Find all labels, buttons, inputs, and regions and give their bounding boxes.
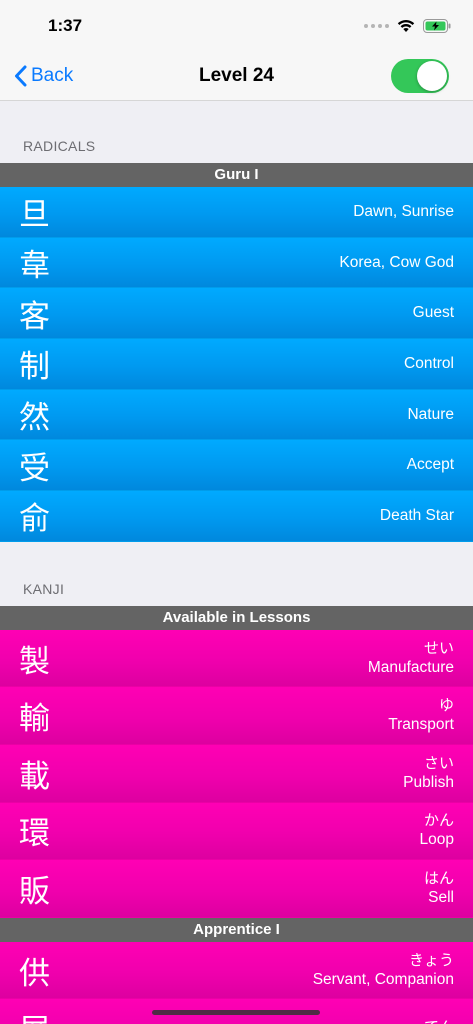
kanji-meaning: Publish [403,773,454,791]
kanji-meaning: Transport [388,716,454,734]
kanji-details: ゆ Transport [388,696,454,735]
kanji-row[interactable]: 製 せい Manufacture [0,629,473,688]
radical-character: 旦 [19,197,50,234]
kanji-reading: はん [423,869,454,887]
kanji-details: かん Loop [420,811,454,850]
kanji-reading: さい [423,754,454,772]
radical-list: 旦 Dawn, Sunrise 韋 Korea, Cow God 客 Guest… [0,187,473,542]
kanji-meaning: Manufacture [367,658,454,676]
toggle-switch[interactable] [391,59,449,93]
kanji-character: 輸 [19,701,50,738]
section-header-kanji: KANJI [23,580,65,597]
kanji-reading: ゆ [438,697,454,715]
status-time: 1:37 [48,16,83,35]
kanji-details: てん [424,1018,454,1024]
radical-meaning: Korea, Cow God [339,253,454,271]
radical-meaning: Dawn, Sunrise [353,202,454,220]
radical-row[interactable]: 韋 Korea, Cow God [0,237,473,289]
kanji-character: 販 [19,873,50,910]
kanji-row[interactable]: 載 さい Publish [0,745,473,803]
group-header-available-in-lessons: Available in Lessons [0,605,473,630]
radical-meaning: Accept [406,456,454,474]
kanji-meaning: Loop [419,831,454,849]
section-header-radicals: RADICALS [23,138,96,154]
group-header-apprentice-i: Apprentice I [0,917,473,942]
battery-charging-icon [423,19,451,33]
radical-character: 制 [19,349,50,386]
toggle-knob [417,61,447,91]
radical-row[interactable]: 受 Accept [0,440,473,492]
back-button[interactable]: Back [14,65,73,87]
kanji-row[interactable]: 環 かん Loop [0,802,473,861]
home-indicator[interactable] [152,1010,320,1015]
radical-row[interactable]: 然 Nature [0,389,473,441]
kanji-character: 環 [19,816,50,853]
status-bar: 1:37 [0,0,473,52]
kanji-list-lessons: 製 せい Manufacture 輸 ゆ Transport 載 さい Publ… [0,629,473,918]
radical-character: 然 [19,400,50,437]
kanji-character: 載 [19,758,50,795]
kanji-details: はん Sell [424,869,454,908]
radical-character: 俞 [19,501,50,538]
radical-row[interactable]: 制 Control [0,339,473,390]
kanji-details: さい Publish [403,754,454,793]
radical-character: 韋 [19,248,50,285]
kanji-row[interactable]: 供 きょう Servant, Companion [0,941,473,1000]
kanji-meaning: Sell [428,888,454,906]
kanji-reading: せい [423,639,454,657]
kanji-details: せい Manufacture [368,639,454,678]
status-icons [364,19,451,33]
kanji-reading: きょう [408,951,454,969]
radical-row[interactable]: 旦 Dawn, Sunrise [0,187,473,238]
wifi-icon [397,19,415,32]
radical-character: 客 [19,298,50,335]
radical-character: 受 [19,450,50,487]
radical-meaning: Control [404,354,454,372]
kanji-row[interactable]: 販 はん Sell [0,860,473,918]
radical-meaning: Guest [412,304,454,322]
kanji-row[interactable]: 輸 ゆ Transport [0,687,473,745]
kanji-character: 供 [19,955,50,992]
radical-meaning: Nature [407,405,454,423]
kanji-reading: かん [423,812,454,830]
navigation-bar: Back Level 24 [0,52,473,101]
kanji-character: 展 [19,1005,50,1024]
kanji-meaning: Servant, Companion [312,970,454,988]
group-header-guru-i: Guru I [0,163,473,187]
back-label: Back [31,65,74,86]
kanji-reading: てん [424,1018,454,1024]
chevron-left-icon [15,65,27,87]
kanji-details: きょう Servant, Companion [313,951,454,990]
radical-row[interactable]: 俞 Death Star [0,491,473,542]
radical-row[interactable]: 客 Guest [0,288,473,340]
radical-meaning: Death Star [379,506,454,524]
signal-icon [364,24,389,28]
kanji-character: 製 [19,643,50,680]
